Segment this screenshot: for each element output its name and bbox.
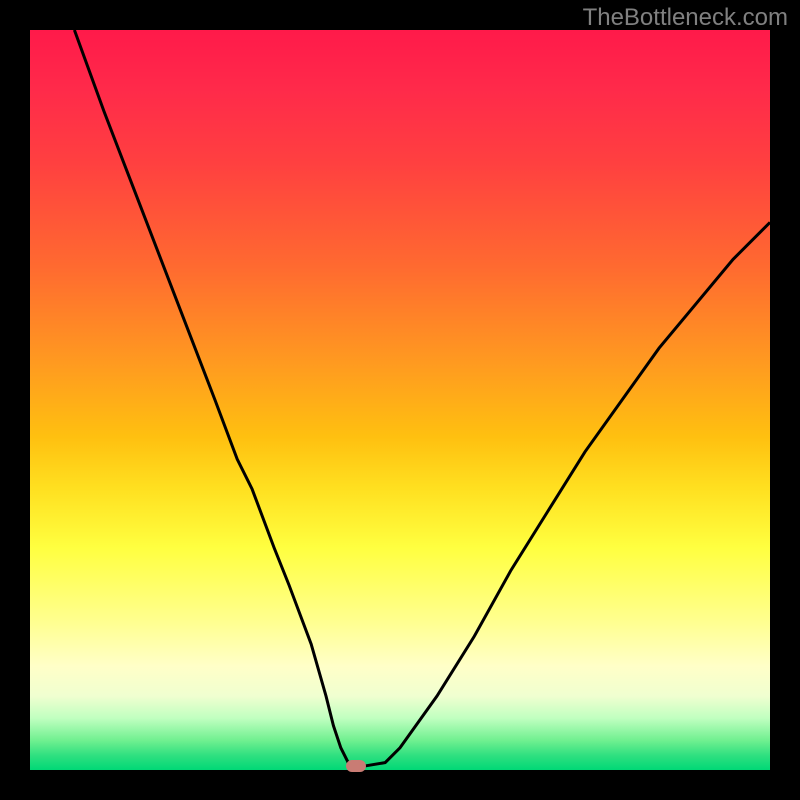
watermark-label: TheBottleneck.com [583,4,788,32]
bottleneck-curve [74,30,770,766]
optimal-marker [346,760,366,772]
curve-svg [30,30,770,770]
